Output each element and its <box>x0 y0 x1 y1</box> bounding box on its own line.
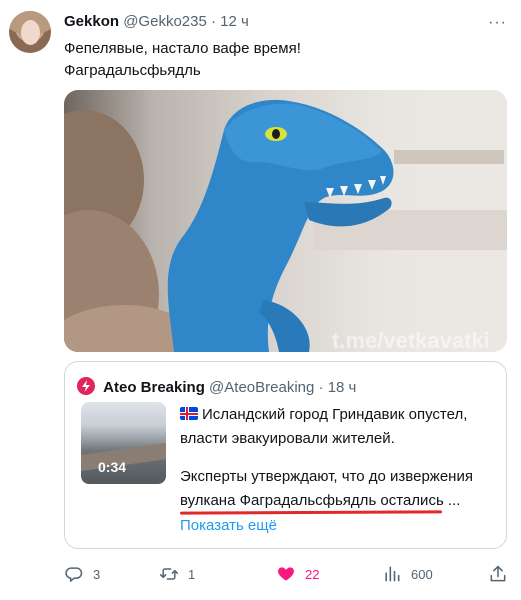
heart-icon <box>278 567 294 581</box>
retweet-icon <box>159 568 179 580</box>
like-count: 22 <box>305 566 320 582</box>
author-handle[interactable]: @Gekko235 <box>123 13 207 30</box>
action-bar: 3 1 22 600 <box>64 562 509 586</box>
reply-icon <box>65 567 83 582</box>
quoted-text-line-3: Эксперты утверждают, что до извержения <box>180 468 473 485</box>
avatar-face <box>21 20 40 45</box>
retweet-count: 1 <box>188 566 196 582</box>
views-count: 600 <box>411 566 433 582</box>
quoted-tweet-time[interactable]: 18 ч <box>328 379 357 396</box>
tweet-image[interactable]: t.me/vetkavatki <box>64 90 507 352</box>
video-duration: 0:34 <box>98 459 127 475</box>
red-underline <box>179 510 443 515</box>
tweet-text-line-2: Фаградальсфьядль <box>64 62 201 79</box>
quoted-tweet-text: Исландский город Гриндавик опустел, влас… <box>180 403 500 513</box>
quoted-author-name[interactable]: Ateo Breaking <box>103 379 205 396</box>
author-name[interactable]: Gekkon <box>64 13 119 30</box>
more-options-icon[interactable]: ··· <box>488 14 507 32</box>
quoted-author-handle[interactable]: @AteoBreaking <box>209 379 314 396</box>
tweet-text-line-1: Фепелявые, настало вафе время! <box>64 40 301 57</box>
views-chart-icon <box>385 566 400 582</box>
quoted-text-line-1: Исландский город Гриндавик опустел, <box>202 406 468 423</box>
reply-count: 3 <box>93 566 101 582</box>
retweet-button[interactable]: 1 <box>159 562 195 586</box>
tweet-header: Gekkon @Gekko235 · 12 ч <box>64 13 249 30</box>
separator-dot: · <box>318 379 324 396</box>
image-watermark: t.me/vetkavatki <box>332 328 490 352</box>
separator-dot: · <box>210 13 216 30</box>
tweet-text: Фепелявые, настало вафе время! Фаградаль… <box>64 38 301 82</box>
share-button[interactable] <box>488 562 517 586</box>
like-button[interactable]: 22 <box>276 562 319 586</box>
tweet-time[interactable]: 12 ч <box>220 13 249 30</box>
iceland-flag-icon <box>180 407 198 420</box>
video-thumbnail[interactable]: 0:34 <box>81 402 166 484</box>
quoted-text-line-4: вулкана Фаградальсфьядль остались ... <box>180 492 461 509</box>
tweet: Gekkon @Gekko235 · 12 ч ··· Фепелявые, н… <box>0 0 521 600</box>
quoted-tweet-header: Ateo Breaking @AteoBreaking · 18 ч <box>77 377 356 396</box>
quoted-text-line-2: власти эвакуировали жителей. <box>180 430 395 447</box>
show-more-link[interactable]: Показать ещё <box>180 517 277 534</box>
reply-button[interactable]: 3 <box>64 562 100 586</box>
avatar[interactable] <box>9 11 51 53</box>
views-button[interactable]: 600 <box>382 562 433 586</box>
quoted-tweet[interactable]: Ateo Breaking @AteoBreaking · 18 ч 0:34 … <box>64 361 507 549</box>
lightning-logo-icon <box>77 377 95 395</box>
share-icon <box>490 565 506 582</box>
dinosaur-toy-photo: t.me/vetkavatki <box>64 90 507 352</box>
